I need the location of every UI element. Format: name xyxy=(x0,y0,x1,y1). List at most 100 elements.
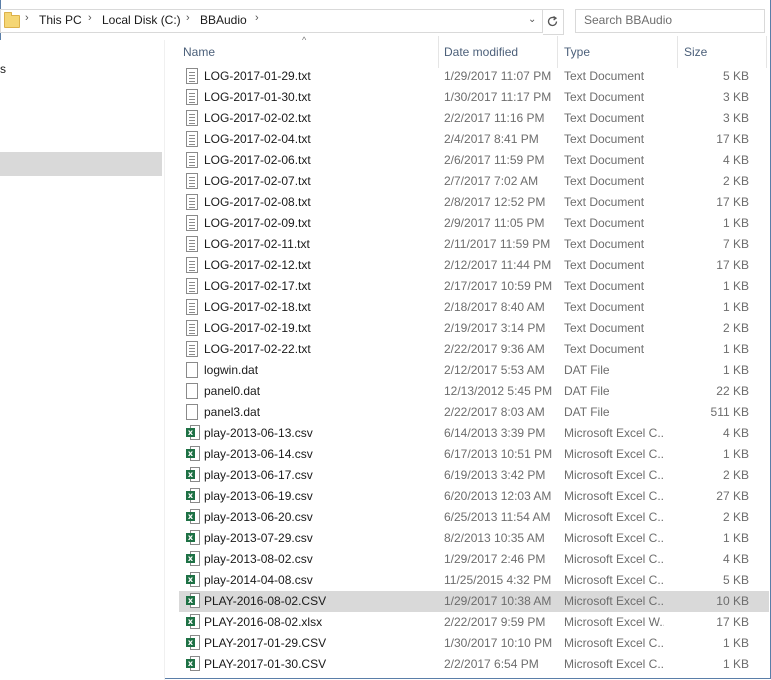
file-name: play-2013-07-29.csv xyxy=(204,531,313,545)
file-name: LOG-2017-02-12.txt xyxy=(204,258,311,272)
file-size: 1 KB xyxy=(722,447,749,461)
file-row[interactable]: panel0.dat 12/13/2012 5:45 PM DAT File 22 K… xyxy=(179,381,769,402)
search-placeholder: Search BBAudio xyxy=(584,13,673,27)
address-field[interactable]: › This PC › Local Disk (C:) › BBAudio › … xyxy=(0,9,543,33)
file-date-modified: 2/11/2017 11:59 PM xyxy=(444,237,551,251)
file-row[interactable]: x PLAY-2017-01-29.CSV 1/30/2017 10:10 PM Mi… xyxy=(179,633,769,654)
file-row[interactable]: x PLAY-2017-01-30.CSV 2/2/2017 6:54 PM Micr… xyxy=(179,654,769,675)
file-size: 2 KB xyxy=(722,468,749,482)
file-row[interactable]: LOG-2017-02-22.txt 2/22/2017 9:36 AM Text … xyxy=(179,339,769,360)
file-row[interactable]: x play-2013-07-29.csv 8/2/2013 10:35 AM Mic… xyxy=(179,528,769,549)
text-file-icon xyxy=(186,215,198,231)
navigation-pane[interactable]: s xyxy=(0,40,165,680)
text-file-icon xyxy=(186,131,198,147)
file-size: 17 KB xyxy=(716,132,749,146)
nav-item-label[interactable]: s xyxy=(0,62,6,76)
file-type: Microsoft Excel C... xyxy=(564,447,664,461)
file-type: Microsoft Excel C... xyxy=(564,657,664,671)
file-row[interactable]: panel3.dat 2/22/2017 8:03 AM DAT File 511 K… xyxy=(179,402,769,423)
file-name: panel3.dat xyxy=(204,405,261,419)
file-row[interactable]: x play-2014-04-08.csv 11/25/2015 4:32 PM Mi… xyxy=(179,570,769,591)
column-header-size[interactable]: Size xyxy=(684,45,707,59)
file-date-modified: 1/29/2017 11:07 PM xyxy=(444,69,552,83)
file-size: 22 KB xyxy=(716,384,749,398)
file-name: LOG-2017-02-18.txt xyxy=(204,300,311,314)
file-type: Microsoft Excel W... xyxy=(564,615,664,629)
chevron-right-icon[interactable]: › xyxy=(186,12,190,24)
file-row[interactable]: x play-2013-06-14.csv 6/17/2013 10:51 PM Mi… xyxy=(179,444,769,465)
file-name: PLAY-2017-01-30.CSV xyxy=(204,657,327,671)
file-name: LOG-2017-02-09.txt xyxy=(204,216,311,230)
text-file-icon xyxy=(186,299,198,315)
column-divider[interactable] xyxy=(557,36,558,68)
file-type: Text Document xyxy=(564,174,645,188)
file-row-selected[interactable]: x PLAY-2016-08-02.CSV 1/29/2017 10:38 AM Mi… xyxy=(179,591,769,612)
file-date-modified: 6/25/2013 11:54 AM xyxy=(444,510,551,524)
search-input[interactable]: Search BBAudio xyxy=(575,9,765,33)
file-size: 1 KB xyxy=(722,363,749,377)
column-divider[interactable] xyxy=(766,36,767,68)
file-type: DAT File xyxy=(564,363,610,377)
file-row[interactable]: x play-2013-06-20.csv 6/25/2013 11:54 AM Mi… xyxy=(179,507,769,528)
file-row[interactable]: LOG-2017-02-12.txt 2/12/2017 11:44 PM Text… xyxy=(179,255,769,276)
file-list[interactable]: ^ Name Date modified Type Size LOG-2017-… xyxy=(165,35,769,680)
chevron-right-icon[interactable]: › xyxy=(88,12,92,24)
file-date-modified: 8/2/2013 10:35 AM xyxy=(444,531,545,545)
file-row[interactable]: LOG-2017-01-30.txt 1/30/2017 11:17 PM Text… xyxy=(179,87,769,108)
file-date-modified: 2/2/2017 6:54 PM xyxy=(444,657,539,671)
file-row[interactable]: x play-2013-06-19.csv 6/20/2013 12:03 AM Mi… xyxy=(179,486,769,507)
file-size: 17 KB xyxy=(716,615,749,629)
nav-item-selected[interactable] xyxy=(0,152,162,176)
file-size: 4 KB xyxy=(722,153,749,167)
file-date-modified: 2/19/2017 3:14 PM xyxy=(444,321,546,335)
file-row[interactable]: x PLAY-2016-08-02.xlsx 2/22/2017 9:59 PM Mi… xyxy=(179,612,769,633)
file-row[interactable]: LOG-2017-01-29.txt 1/29/2017 11:07 PM Text… xyxy=(179,66,769,87)
file-row[interactable]: LOG-2017-02-07.txt 2/7/2017 7:02 AM Text D… xyxy=(179,171,769,192)
file-size: 4 KB xyxy=(722,426,749,440)
excel-file-icon: x xyxy=(186,467,200,482)
file-row[interactable]: LOG-2017-02-06.txt 2/6/2017 11:59 PM Text … xyxy=(179,150,769,171)
file-date-modified: 2/18/2017 8:40 AM xyxy=(444,300,545,314)
file-name: PLAY-2017-01-29.CSV xyxy=(204,636,327,650)
file-size: 17 KB xyxy=(716,195,749,209)
column-header-type[interactable]: Type xyxy=(564,45,590,59)
chevron-right-icon[interactable]: › xyxy=(255,12,259,24)
file-size: 3 KB xyxy=(722,90,749,104)
breadcrumb-this-pc[interactable]: This PC xyxy=(39,13,82,27)
file-row[interactable]: logwin.dat 2/12/2017 5:53 AM DAT File 1 KB xyxy=(179,360,769,381)
file-type: Microsoft Excel C... xyxy=(564,426,664,440)
file-row[interactable]: LOG-2017-02-08.txt 2/8/2017 12:52 PM Text … xyxy=(179,192,769,213)
breadcrumb-bbaudio[interactable]: BBAudio xyxy=(200,13,247,27)
file-row[interactable]: LOG-2017-02-17.txt 2/17/2017 10:59 PM Text… xyxy=(179,276,769,297)
column-divider[interactable] xyxy=(438,36,439,68)
file-row[interactable]: LOG-2017-02-04.txt 2/4/2017 8:41 PM Text D… xyxy=(179,129,769,150)
file-size: 5 KB xyxy=(722,69,749,83)
chevron-down-icon[interactable]: ⌄ xyxy=(528,14,536,25)
file-name: LOG-2017-02-06.txt xyxy=(204,153,311,167)
file-size: 1 KB xyxy=(722,636,749,650)
file-size: 1 KB xyxy=(722,216,749,230)
file-row[interactable]: x play-2013-06-13.csv 6/14/2013 3:39 PM Mic… xyxy=(179,423,769,444)
file-row[interactable]: x play-2013-08-02.csv 1/29/2017 2:46 PM Mic… xyxy=(179,549,769,570)
file-row[interactable]: LOG-2017-02-02.txt 2/2/2017 11:16 PM Text … xyxy=(179,108,769,129)
file-date-modified: 6/19/2013 3:42 PM xyxy=(444,468,546,482)
column-header-date[interactable]: Date modified xyxy=(444,45,518,59)
blank-file-icon xyxy=(186,383,198,399)
refresh-button[interactable] xyxy=(543,9,564,35)
file-row[interactable]: LOG-2017-02-09.txt 2/9/2017 11:05 PM Text … xyxy=(179,213,769,234)
file-row[interactable]: LOG-2017-02-18.txt 2/18/2017 8:40 AM Text … xyxy=(179,297,769,318)
file-type: Text Document xyxy=(564,300,645,314)
breadcrumb-local-disk[interactable]: Local Disk (C:) xyxy=(102,13,181,27)
file-date-modified: 2/22/2017 8:03 AM xyxy=(444,405,545,419)
text-file-icon xyxy=(186,173,198,189)
file-row[interactable]: LOG-2017-02-11.txt 2/11/2017 11:59 PM Text… xyxy=(179,234,769,255)
file-type: DAT File xyxy=(564,405,610,419)
column-header-name[interactable]: Name xyxy=(183,45,215,59)
file-date-modified: 2/9/2017 11:05 PM xyxy=(444,216,545,230)
file-size: 1 KB xyxy=(722,300,749,314)
column-divider[interactable] xyxy=(677,36,678,68)
text-file-icon xyxy=(186,257,198,273)
file-row[interactable]: LOG-2017-02-19.txt 2/19/2017 3:14 PM Text … xyxy=(179,318,769,339)
file-row[interactable]: x play-2013-06-17.csv 6/19/2013 3:42 PM Mic… xyxy=(179,465,769,486)
chevron-right-icon[interactable]: › xyxy=(25,12,29,24)
